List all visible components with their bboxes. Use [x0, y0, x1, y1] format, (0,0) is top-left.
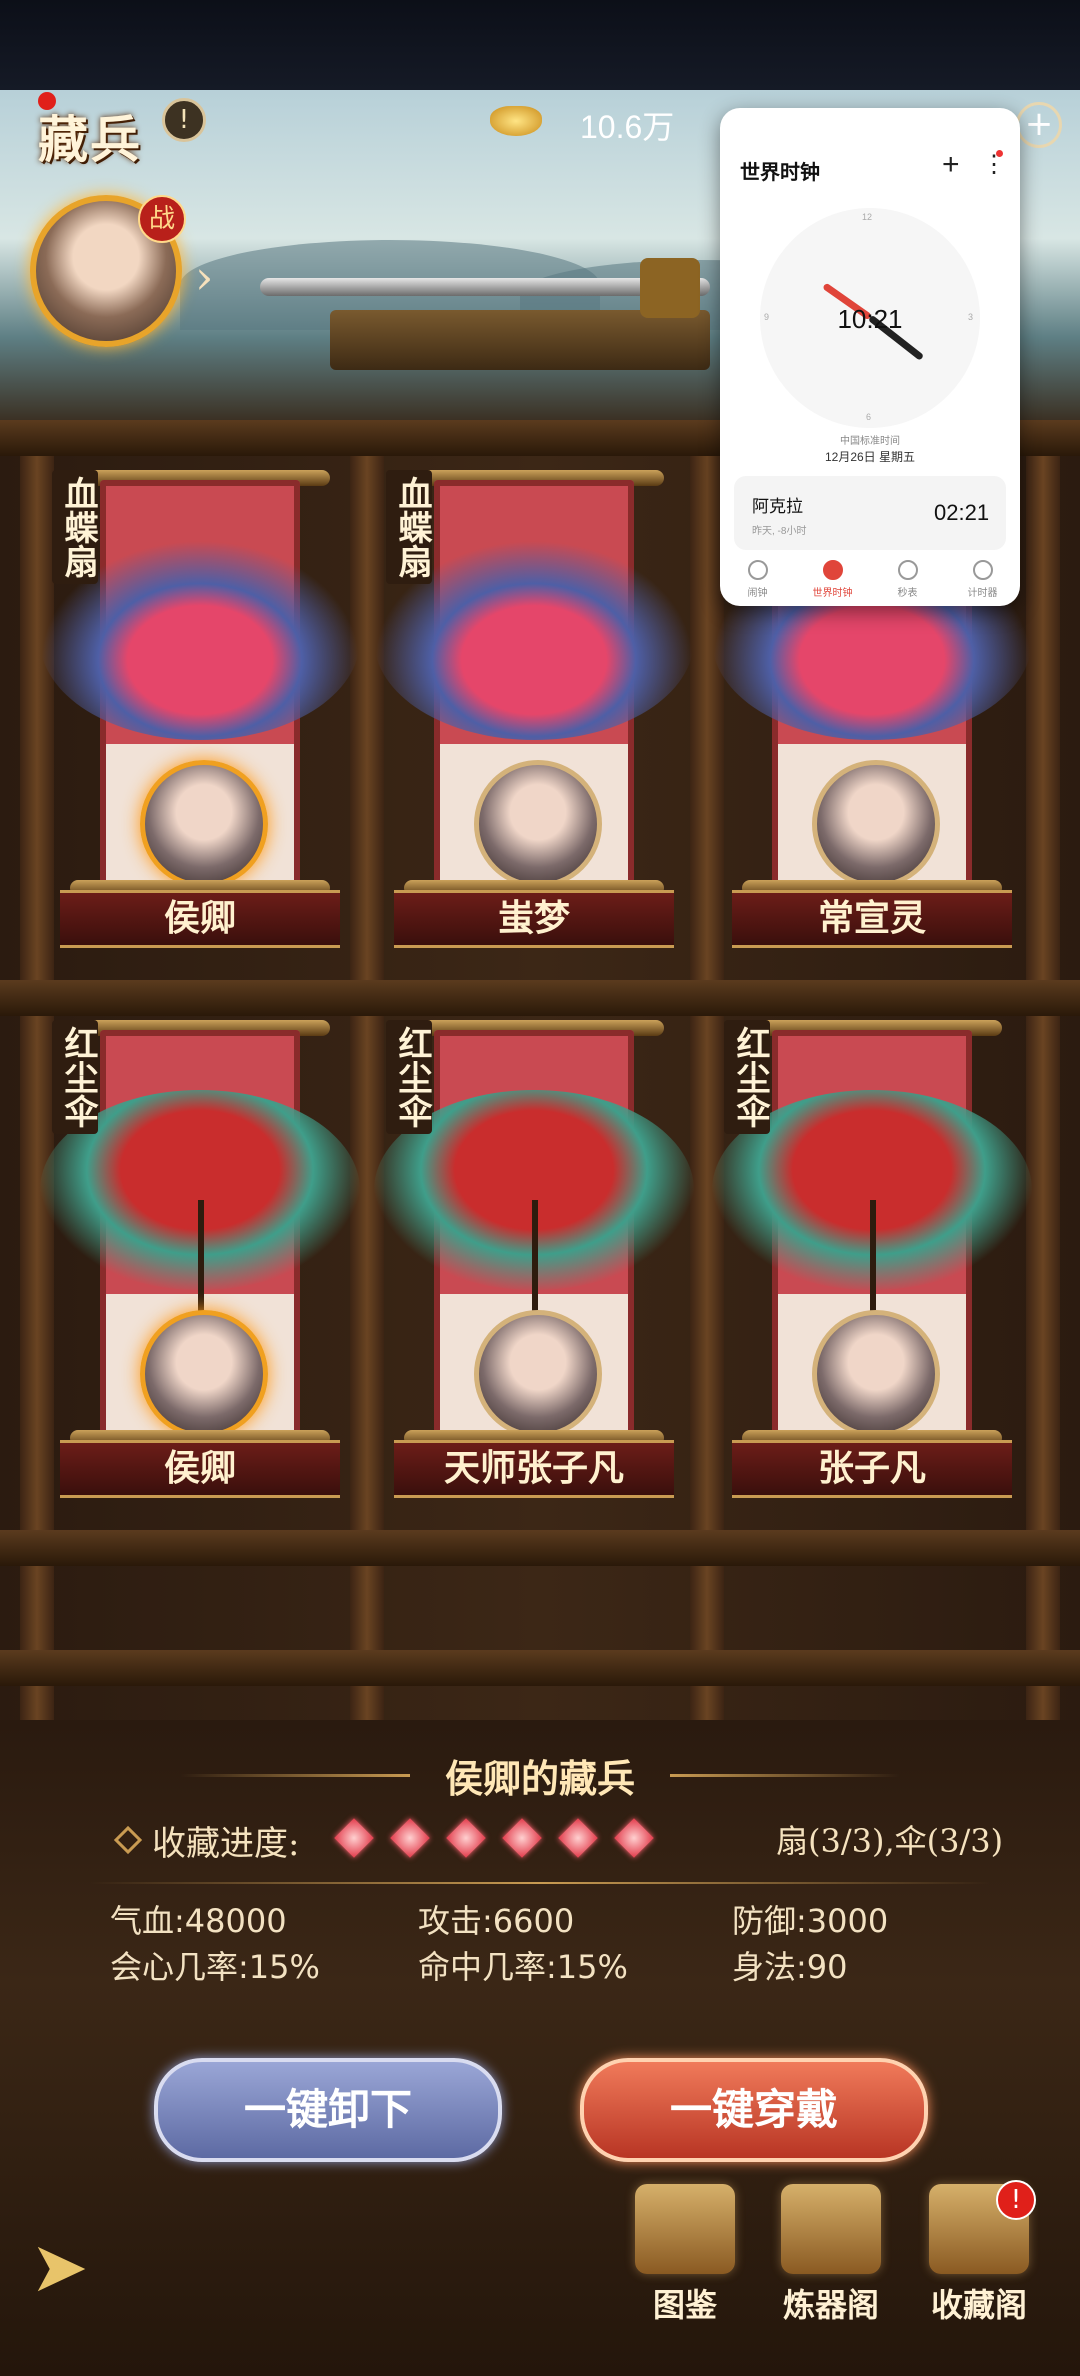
tab-world-clock[interactable]: 世界时钟 [795, 560, 870, 599]
stat-attack: 攻击:6600 [418, 1902, 575, 1940]
unequip-all-button[interactable]: 一键卸下 [154, 2058, 502, 2162]
weapon-slot[interactable]: 红尘伞张子凡 [712, 1010, 1032, 1510]
hourglass-icon [972, 560, 993, 580]
dial-6: 6 [866, 412, 872, 422]
umbrella-pole [870, 1200, 876, 1320]
owner-name: 张子凡 [732, 1440, 1012, 1498]
tab-alarm[interactable]: 闹钟 [720, 560, 795, 599]
weapon-name: 红尘伞 [724, 1020, 770, 1134]
tab-stopwatch[interactable]: 秒表 [870, 560, 945, 599]
back-arrow-icon[interactable]: ➤ [30, 2226, 89, 2308]
umbrella-pole [198, 1200, 204, 1320]
add-currency-button[interactable]: + [1016, 102, 1062, 148]
forge-icon [781, 2184, 881, 2274]
owner-avatar[interactable] [474, 1310, 602, 1438]
status-bar [0, 0, 1080, 90]
umbrella-pole [532, 1200, 538, 1320]
owner-avatar[interactable] [140, 760, 268, 888]
globe-icon [822, 560, 843, 580]
stat-crit: 会心几率:15% [110, 1948, 320, 1986]
alert-badge: ! [996, 2180, 1036, 2220]
menu-notification-dot [996, 150, 1003, 157]
timezone-label: 中国标准时间 [840, 436, 900, 447]
city-name: 阿克拉 [752, 497, 803, 516]
owner-name: 常宣灵 [732, 890, 1012, 948]
nav-forge[interactable]: 炼器阁 [766, 2184, 896, 2326]
weapon-slot[interactable]: 红尘伞侯卿 [40, 1010, 360, 1510]
info-button[interactable]: ! [162, 98, 206, 142]
owner-avatar[interactable] [474, 760, 602, 888]
weapon-slot[interactable]: 血蝶扇侯卿 [40, 460, 360, 960]
progress-count: 扇(3/3),伞(3/3) [776, 1822, 1004, 1860]
scroll-icon [635, 2184, 735, 2274]
stat-agility: 身法:90 [732, 1948, 848, 1986]
sword-guard [640, 258, 700, 318]
gold-ingot-icon [490, 106, 542, 136]
chevron-right-icon[interactable]: › [195, 250, 213, 304]
world-clock-widget[interactable]: 世界时钟 + ⋮ 12 3 6 9 10:21 中国标准时间 12月26日 星期… [720, 108, 1020, 606]
owner-name: 天师张子凡 [394, 1440, 674, 1498]
stat-defense: 防御:3000 [732, 1902, 889, 1940]
weapon-name: 血蝶扇 [386, 470, 432, 584]
weapon-stand [330, 310, 710, 370]
nav-encyclopedia[interactable]: 图鉴 [620, 2184, 750, 2326]
alarm-icon [747, 560, 768, 580]
battle-badge: 战 [138, 195, 186, 243]
divider [90, 1882, 990, 1884]
owner-avatar[interactable] [812, 1310, 940, 1438]
digital-time: 10:21 [837, 304, 903, 334]
page-title: 藏兵 [38, 110, 142, 169]
owner-avatar[interactable] [140, 1310, 268, 1438]
collection-title: 侯卿的藏兵 [444, 1756, 635, 1801]
stat-hp: 气血:48000 [110, 1902, 287, 1940]
weapon-slot[interactable]: 血蝶扇蚩梦 [374, 460, 694, 960]
owner-avatar[interactable] [812, 760, 940, 888]
clock-title: 世界时钟 [740, 162, 820, 184]
city-offset: 昨天, -8小时 [752, 526, 807, 537]
weapon-slot[interactable]: 红尘伞天师张子凡 [374, 1010, 694, 1510]
owner-name: 侯卿 [60, 1440, 340, 1498]
date-label: 12月26日 星期五 [824, 450, 916, 464]
gold-amount: 10.6万 [580, 109, 675, 145]
owner-name: 侯卿 [60, 890, 340, 948]
add-clock-button[interactable]: + [942, 148, 960, 182]
weapon-name: 红尘伞 [386, 1020, 432, 1134]
equip-all-button[interactable]: 一键穿戴 [580, 2058, 928, 2162]
weapon-name: 红尘伞 [52, 1020, 98, 1134]
stat-hit: 命中几率:15% [418, 1948, 628, 1986]
progress-label: 收藏进度: [152, 1824, 300, 1864]
weapon-name: 血蝶扇 [52, 470, 98, 584]
city-time: 02:21 [934, 500, 990, 525]
tab-timer[interactable]: 计时器 [945, 560, 1020, 599]
stopwatch-icon [897, 560, 918, 580]
dial-12: 12 [862, 212, 873, 222]
owner-name: 蚩梦 [394, 890, 674, 948]
